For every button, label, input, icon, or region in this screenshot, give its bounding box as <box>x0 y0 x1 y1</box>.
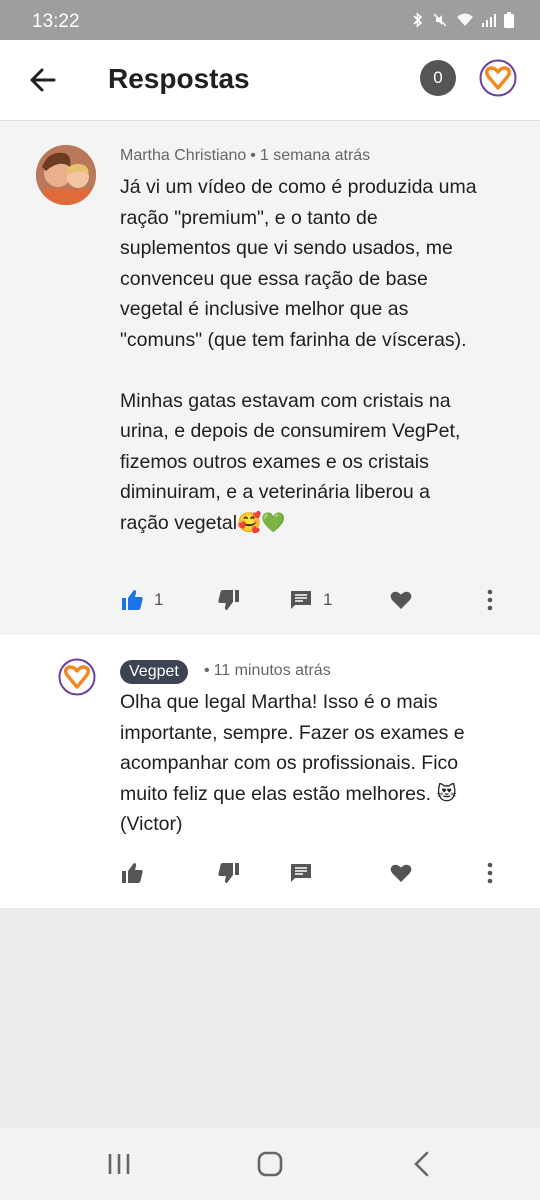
reply-text: Olha que legal Martha! Isso é o mais imp… <box>120 691 465 835</box>
reply-button[interactable] <box>289 855 313 891</box>
reply-body: Olha que legal Martha! Isso é o mais imp… <box>120 687 480 840</box>
more-options-button[interactable] <box>480 582 500 618</box>
comment-card: Martha Christiano • 1 semana atrás Já vi u… <box>0 121 540 635</box>
thumb-up-icon <box>122 590 143 610</box>
dislike-button[interactable] <box>217 582 241 618</box>
notification-count-badge[interactable]: 0 <box>420 60 456 96</box>
reply-card: Vegpet • 11 minutos atrás Olha que legal … <box>0 635 540 908</box>
avatar[interactable] <box>36 145 96 205</box>
comment-meta: Martha Christiano • 1 semana atrás <box>120 147 370 165</box>
account-logo-button[interactable] <box>479 59 517 97</box>
meta-separator: • <box>250 147 256 164</box>
more-options-button[interactable] <box>480 855 500 891</box>
like-button[interactable] <box>120 855 144 891</box>
reply-actions <box>0 855 540 891</box>
reply-time: 11 minutos atrás <box>213 662 331 679</box>
heart-icon <box>390 864 412 882</box>
home-icon <box>257 1151 283 1177</box>
system-icons <box>412 12 514 31</box>
reply-meta: • 11 minutos atrás <box>200 662 331 680</box>
heart-logo-icon <box>58 658 96 696</box>
heart-button[interactable] <box>389 582 413 618</box>
reply-button[interactable]: 1 <box>289 582 332 618</box>
meta-separator: • <box>204 662 210 679</box>
comment-icon <box>291 591 311 609</box>
comment-author[interactable]: Martha Christiano <box>120 147 246 164</box>
chevron-left-icon <box>414 1151 429 1177</box>
like-count: 1 <box>154 590 164 609</box>
reply-count: 1 <box>323 590 333 609</box>
status-time: 13:22 <box>32 11 80 32</box>
user-photo-icon <box>36 145 96 205</box>
comment-body: Já vi um vídeo de como é produzida uma r… <box>120 172 480 538</box>
comment-paragraph: Já vi um vídeo de como é produzida uma r… <box>120 176 477 351</box>
status-bar: 13:22 <box>0 0 540 40</box>
more-vertical-icon <box>487 589 493 611</box>
app-bar: Respostas 0 <box>0 40 540 121</box>
avatar[interactable] <box>58 658 96 696</box>
more-vertical-icon <box>487 862 493 884</box>
page-title: Respostas <box>108 63 250 94</box>
heart-button[interactable] <box>389 855 413 891</box>
dislike-button[interactable] <box>217 855 241 891</box>
recent-apps-button[interactable] <box>99 1146 139 1182</box>
signal-icon <box>482 13 496 30</box>
wifi-icon <box>456 12 474 31</box>
recent-apps-icon <box>108 1154 130 1174</box>
bluetooth-icon <box>412 12 424 31</box>
thumb-up-icon <box>122 863 143 883</box>
back-button[interactable] <box>26 62 62 98</box>
home-button[interactable] <box>250 1146 290 1182</box>
comment-paragraph: Minhas gatas estavam com cristais na uri… <box>120 389 461 534</box>
like-button[interactable]: 1 <box>120 582 163 618</box>
comment-actions: 1 1 <box>0 582 540 618</box>
reply-author-chip[interactable]: Vegpet <box>120 660 188 684</box>
mute-icon <box>432 12 448 31</box>
thumb-down-icon <box>218 863 239 883</box>
arrow-left-icon <box>30 68 56 92</box>
system-nav-bar <box>0 1128 540 1200</box>
battery-icon <box>504 12 514 31</box>
comment-time: 1 semana atrás <box>259 147 371 164</box>
system-back-button[interactable] <box>401 1146 441 1182</box>
heart-icon <box>390 591 412 609</box>
thumb-down-icon <box>218 590 239 610</box>
comment-icon <box>291 864 311 882</box>
heart-logo-icon <box>479 59 517 97</box>
